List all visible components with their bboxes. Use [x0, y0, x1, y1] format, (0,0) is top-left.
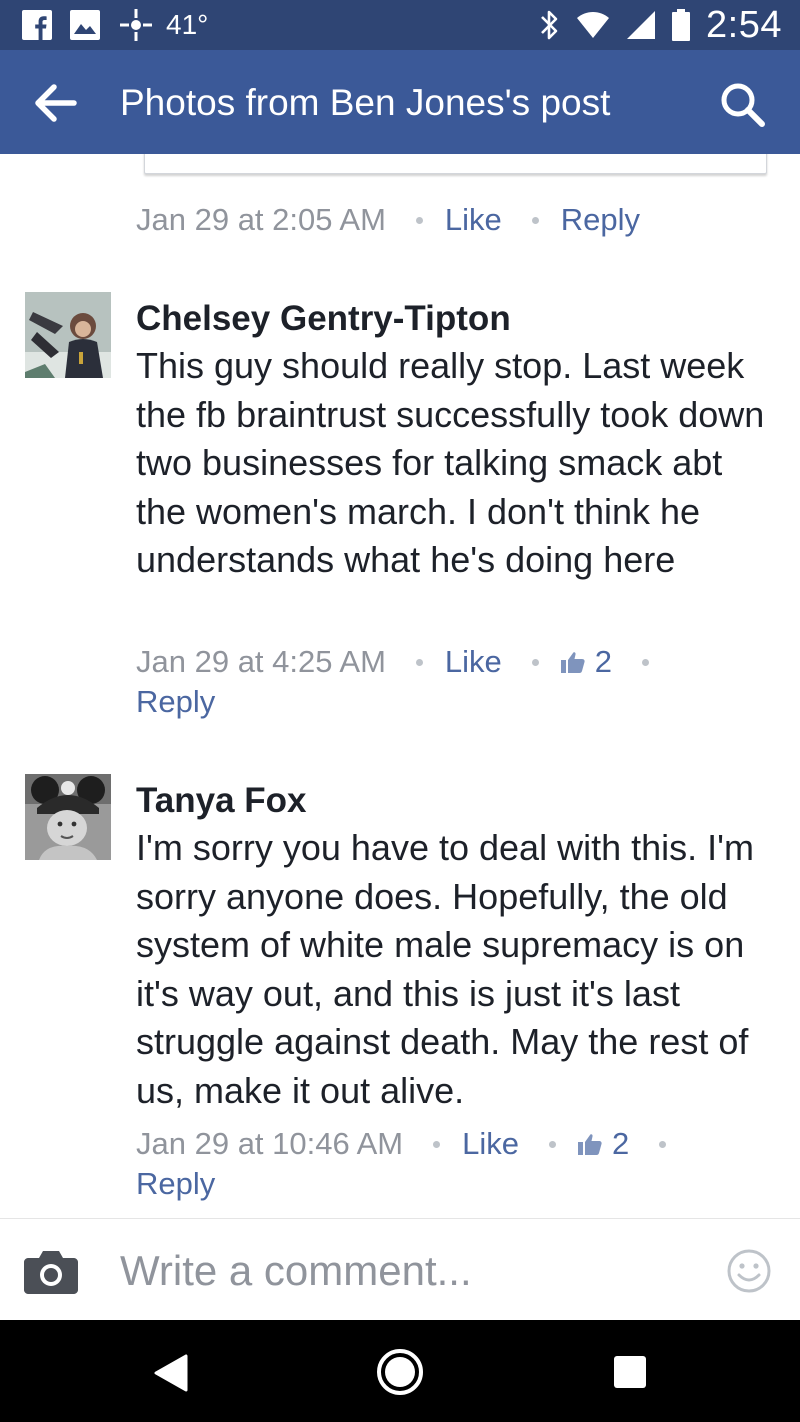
search-icon — [721, 83, 765, 127]
nav-back-icon[interactable] — [152, 1354, 188, 1392]
like-link[interactable]: Like — [462, 1126, 519, 1162]
separator-dot — [415, 216, 423, 224]
comment-meta: Jan 29 at 10:46 AM Like 2 — [136, 1124, 688, 1164]
comment-text: I'm sorry you have to deal with this. I'… — [136, 827, 754, 1111]
separator-dot — [415, 658, 423, 666]
weather-icon — [120, 9, 152, 41]
signal-icon — [627, 11, 656, 39]
comment-timestamp: Jan 29 at 10:46 AM — [136, 1126, 404, 1161]
comment-timestamp: Jan 29 at 4:25 AM — [136, 644, 386, 679]
page-title: Photos from Ben Jones's post — [120, 82, 611, 123]
avatar[interactable] — [25, 292, 111, 378]
like-count[interactable]: 2 — [578, 1126, 629, 1162]
comment-author[interactable]: Tanya Fox — [136, 779, 307, 823]
avatar-photo — [25, 292, 111, 378]
camera-button[interactable] — [24, 1248, 78, 1294]
comment-timestamp: Jan 29 at 2:05 AM — [136, 202, 386, 237]
like-count[interactable]: 2 — [560, 644, 613, 680]
previous-comment-card — [144, 154, 767, 174]
facebook-icon — [22, 10, 52, 40]
smiley-icon — [727, 1249, 771, 1293]
clock-text: 2:54 — [706, 3, 782, 46]
battery-icon — [672, 9, 691, 41]
separator-dot — [659, 1140, 667, 1148]
like-link[interactable]: Like — [445, 202, 502, 238]
separator-dot — [531, 216, 539, 224]
status-bar: 41° 2:54 — [0, 0, 800, 50]
navigation-bar — [0, 1320, 800, 1422]
thumbs-up-icon — [578, 1134, 602, 1155]
comment-composer — [0, 1218, 800, 1320]
previous-comment-meta: Jan 29 at 2:05 AM Like Reply — [136, 200, 640, 240]
like-link[interactable]: Like — [445, 644, 502, 680]
comment-meta: Jan 29 at 4:25 AM Like 2 — [136, 642, 671, 682]
emoji-button[interactable] — [726, 1248, 772, 1294]
camera-icon — [24, 1251, 78, 1294]
thumbs-up-icon — [560, 652, 585, 673]
reply-link[interactable]: Reply — [561, 202, 640, 238]
gallery-icon — [70, 10, 100, 40]
reply-link[interactable]: Reply — [136, 682, 215, 722]
avatar[interactable] — [25, 774, 111, 860]
app-bar: Photos from Ben Jones's post — [0, 50, 800, 154]
separator-dot — [549, 1140, 557, 1148]
bluetooth-icon — [541, 10, 558, 40]
back-button[interactable] — [30, 80, 80, 126]
status-bar-notifications: 41° — [22, 9, 208, 41]
separator-dot — [433, 1140, 441, 1148]
wifi-icon — [577, 12, 610, 38]
temperature-text: 41° — [166, 9, 209, 40]
nav-home-icon[interactable] — [376, 1348, 424, 1396]
reply-link[interactable]: Reply — [136, 1164, 215, 1204]
nav-recents-icon[interactable] — [613, 1355, 647, 1389]
comment-author[interactable]: Chelsey Gentry-Tipton — [136, 297, 511, 341]
comment-input[interactable] — [120, 1243, 700, 1299]
comment-text: This guy should really stop. Last week t… — [136, 345, 765, 580]
arrow-left-icon — [35, 84, 77, 122]
avatar-photo — [25, 774, 111, 860]
like-count-text: 2 — [612, 1126, 630, 1161]
separator-dot — [531, 658, 539, 666]
status-bar-system: 2:54 — [538, 3, 782, 46]
like-count-text: 2 — [594, 644, 613, 679]
separator-dot — [642, 658, 650, 666]
search-button[interactable] — [718, 80, 768, 130]
comments-list[interactable]: Jan 29 at 2:05 AM Like Reply Chelsey Gen… — [0, 154, 800, 1218]
